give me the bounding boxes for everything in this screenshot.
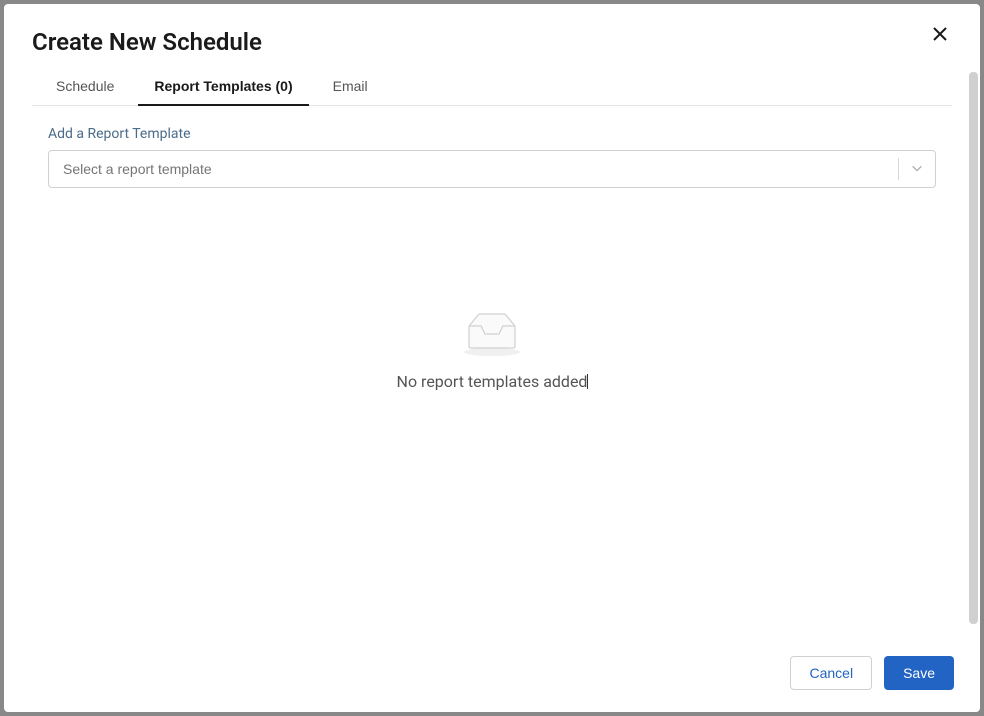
cancel-button[interactable]: Cancel xyxy=(790,656,872,690)
tab-report-templates[interactable]: Report Templates (0) xyxy=(138,68,308,106)
report-template-select-input[interactable] xyxy=(49,151,898,187)
tab-email[interactable]: Email xyxy=(317,68,384,106)
modal-body: Add a Report Template No report xyxy=(4,106,980,638)
chevron-down-icon xyxy=(910,160,924,179)
scrollbar[interactable] xyxy=(969,72,978,624)
report-template-select[interactable] xyxy=(48,150,936,188)
field-label-add-template: Add a Report Template xyxy=(48,126,936,142)
modal-footer: Cancel Save xyxy=(4,638,980,712)
empty-state: No report templates added xyxy=(48,308,936,391)
save-button[interactable]: Save xyxy=(884,656,954,690)
close-button[interactable] xyxy=(928,22,952,49)
tab-bar: Schedule Report Templates (0) Email xyxy=(32,68,952,106)
modal-title: Create New Schedule xyxy=(32,28,952,56)
tab-schedule[interactable]: Schedule xyxy=(40,68,130,106)
select-caret[interactable] xyxy=(899,160,935,179)
create-schedule-modal: Create New Schedule Schedule Report Temp… xyxy=(4,4,980,712)
inbox-empty-icon xyxy=(457,308,527,360)
empty-state-text: No report templates added xyxy=(397,372,588,391)
modal-header: Create New Schedule Schedule Report Temp… xyxy=(4,4,980,106)
close-icon xyxy=(932,30,948,45)
